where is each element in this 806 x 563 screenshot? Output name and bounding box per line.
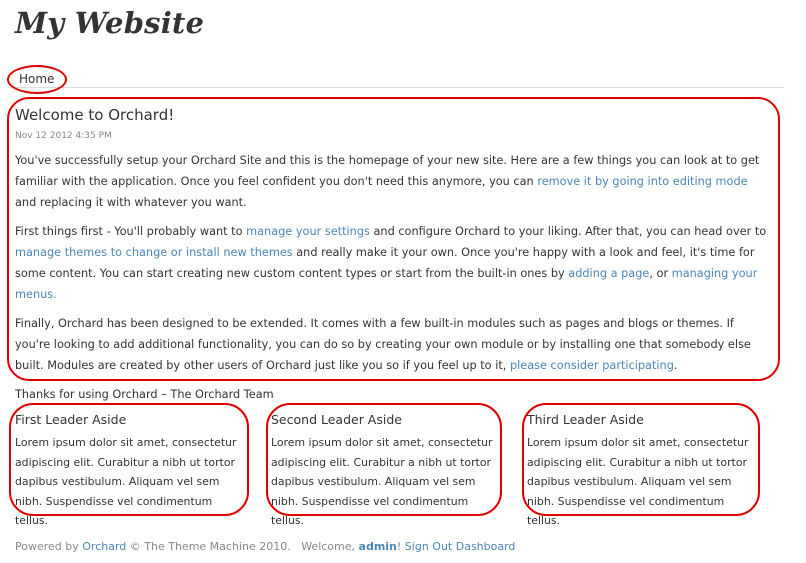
aside-title: First Leader Aside — [15, 412, 127, 427]
manage-themes-link[interactable]: manage themes to change or install new t… — [15, 246, 293, 259]
aside-title: Third Leader Aside — [527, 412, 644, 427]
manage-settings-link[interactable]: manage your settings — [246, 225, 370, 238]
consider-participating-link[interactable]: please consider participating — [510, 359, 674, 372]
first-leader-aside: First Leader Aside Lorem ipsum dolor sit… — [15, 412, 247, 531]
footer-user-link[interactable]: admin — [359, 540, 397, 553]
adding-page-link[interactable]: adding a page — [568, 267, 649, 280]
content-paragraph-1: You've successfully setup your Orchard S… — [15, 154, 760, 209]
second-leader-aside: Second Leader Aside Lorem ipsum dolor si… — [271, 412, 503, 531]
aside-title: Second Leader Aside — [271, 412, 402, 427]
nav-divider — [8, 87, 784, 88]
aside-text: Lorem ipsum dolor sit amet, consectetur … — [15, 436, 237, 527]
remove-editing-link[interactable]: remove it by going into editing mode — [537, 175, 747, 188]
aside-text: Lorem ipsum dolor sit amet, consectetur … — [527, 436, 749, 527]
content-paragraph-4: Thanks for using Orchard – The Orchard T… — [15, 388, 274, 401]
nav-home-link[interactable]: Home — [19, 72, 54, 86]
site-title: My Website — [15, 6, 205, 40]
main-content: Welcome to Orchard! Nov 12 2012 4:35 PM … — [15, 106, 770, 405]
dashboard-link[interactable]: Dashboard — [456, 540, 516, 553]
content-paragraph-3: Finally, Orchard has been designed to be… — [15, 317, 751, 372]
third-leader-aside: Third Leader Aside Lorem ipsum dolor sit… — [527, 412, 759, 531]
footer-orchard-link[interactable]: Orchard — [82, 540, 126, 553]
footer: Powered by Orchard © The Theme Machine 2… — [15, 540, 516, 553]
aside-text: Lorem ipsum dolor sit amet, consectetur … — [271, 436, 493, 527]
content-paragraph-2: First things first - You'll probably wan… — [15, 225, 767, 301]
content-title: Welcome to Orchard! — [15, 106, 175, 124]
sign-out-link[interactable]: Sign Out — [405, 540, 452, 553]
content-date: Nov 12 2012 4:35 PM — [15, 131, 112, 141]
